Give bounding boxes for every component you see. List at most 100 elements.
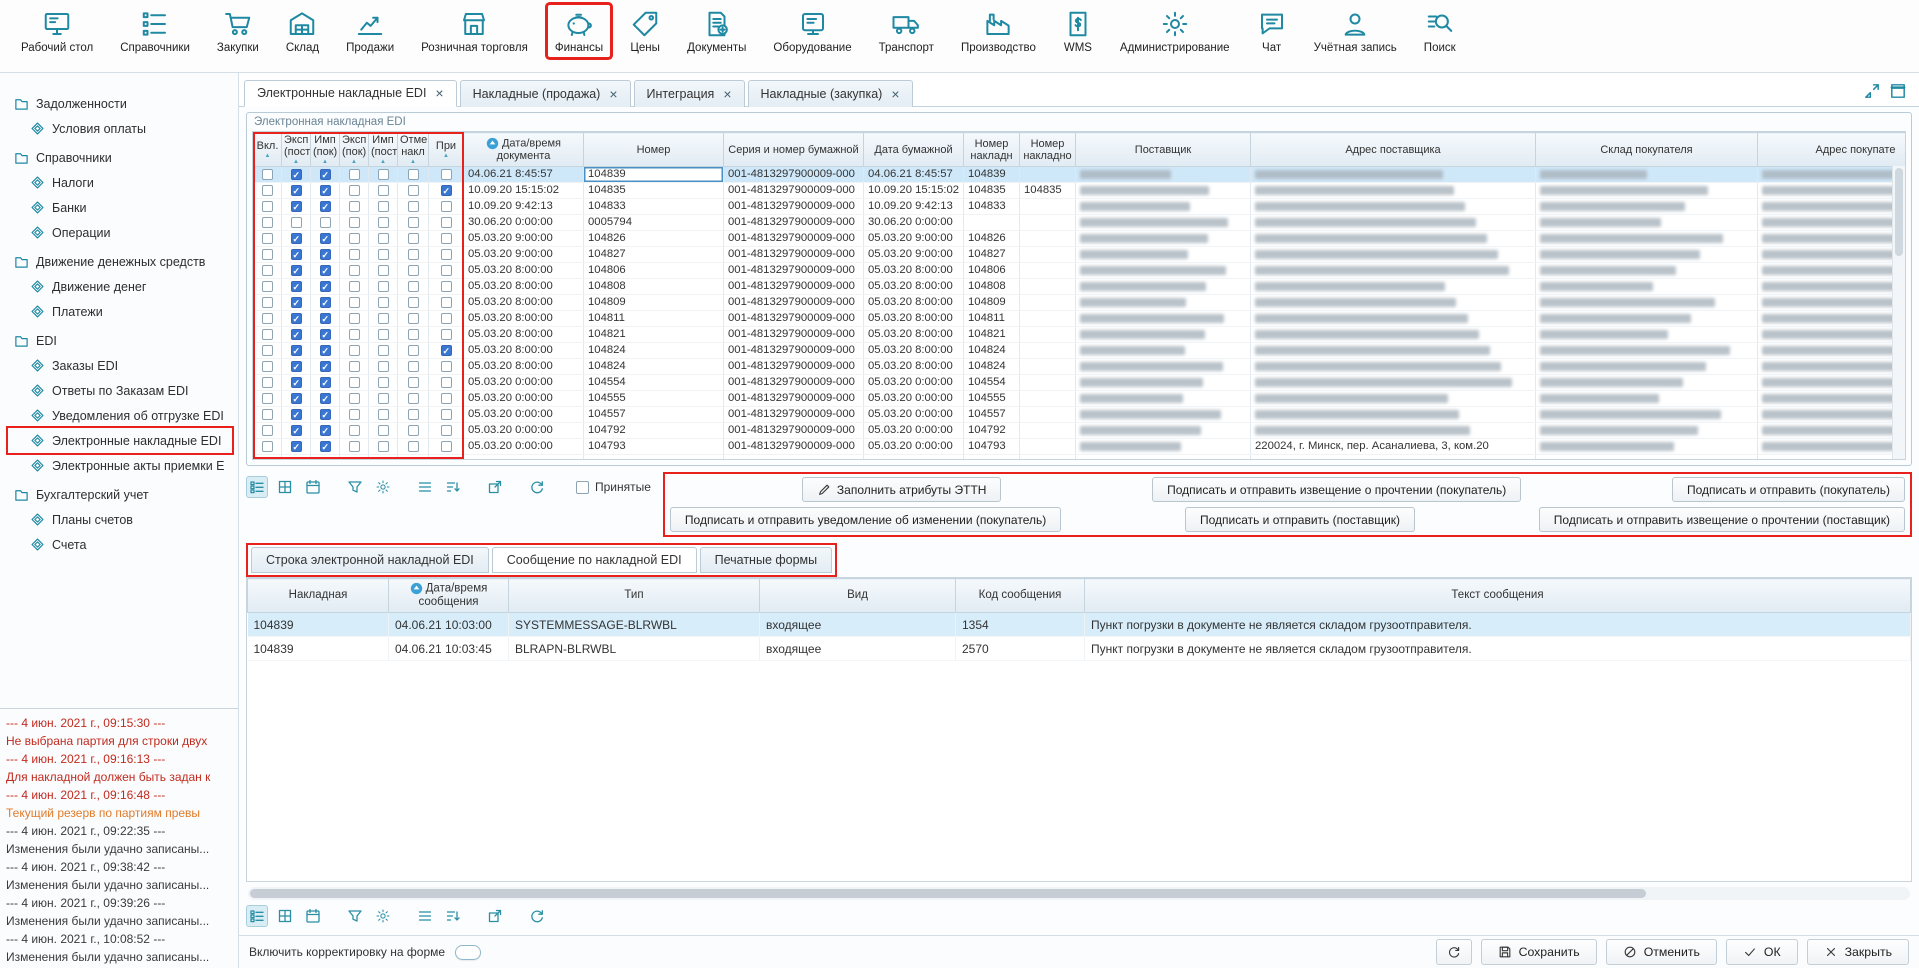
save-button[interactable]: Сохранить [1481, 939, 1597, 965]
row-checkbox[interactable] [378, 185, 389, 196]
grid-vertical-scrollbar[interactable] [1892, 166, 1905, 459]
row-checkbox[interactable] [378, 265, 389, 276]
row-checkbox[interactable] [441, 345, 452, 356]
row-checkbox[interactable] [291, 201, 302, 212]
horizontal-scrollbar[interactable] [248, 887, 1910, 900]
row-checkbox[interactable] [262, 217, 273, 228]
row-checkbox[interactable] [408, 185, 419, 196]
grid-column-header[interactable]: Адрес покупате [1758, 133, 1907, 167]
row-checkbox[interactable] [349, 169, 360, 180]
grid-row[interactable]: 05.03.20 8:00:00104824001-4813297900009-… [254, 343, 1907, 359]
toolbar-item-2[interactable]: Закупки [210, 5, 266, 57]
row-checkbox[interactable] [320, 361, 331, 372]
main-tab-2[interactable]: Интеграция× [634, 80, 745, 107]
grid-row[interactable]: 05.03.20 9:00:00104827001-4813297900009-… [254, 247, 1907, 263]
row-checkbox[interactable] [291, 313, 302, 324]
row-checkbox[interactable] [320, 345, 331, 356]
sidebar-item-2[interactable]: Справочники [8, 145, 234, 170]
refresh-button[interactable] [1436, 939, 1472, 965]
row-checkbox[interactable] [291, 361, 302, 372]
detail-tab-0[interactable]: Строка электронной накладной EDI [251, 547, 489, 573]
row-checkbox[interactable] [378, 377, 389, 388]
row-checkbox[interactable] [441, 217, 452, 228]
scrollbar-thumb[interactable] [1895, 168, 1903, 256]
open-external-button[interactable] [484, 905, 506, 927]
row-checkbox[interactable] [262, 329, 273, 340]
toolbar-item-4[interactable]: Продажи [339, 5, 401, 57]
grid-row[interactable]: 05.03.20 0:00:00104554001-4813297900009-… [254, 375, 1907, 391]
row-checkbox[interactable] [291, 169, 302, 180]
messages-column-header[interactable]: Накладная [248, 579, 389, 613]
row-checkbox[interactable] [408, 249, 419, 260]
row-checkbox[interactable] [262, 361, 273, 372]
row-checkbox[interactable] [378, 297, 389, 308]
toolbar-item-15[interactable]: Учётная запись [1307, 5, 1404, 57]
row-checkbox[interactable] [408, 313, 419, 324]
row-checkbox[interactable] [441, 201, 452, 212]
row-checkbox[interactable] [320, 185, 331, 196]
row-checkbox[interactable] [408, 425, 419, 436]
row-checkbox[interactable] [408, 377, 419, 388]
toolbar-item-11[interactable]: Производство [954, 5, 1043, 57]
messages-column-header[interactable]: Код сообщения [956, 579, 1085, 613]
grid-row[interactable]: 05.03.20 8:00:00104824001-4813297900009-… [254, 359, 1907, 375]
list-view-button[interactable] [246, 476, 268, 498]
expand-icon[interactable] [1863, 82, 1881, 100]
correction-toggle[interactable] [455, 945, 481, 960]
row-checkbox[interactable] [441, 409, 452, 420]
sidebar-item-10[interactable]: Заказы EDI [8, 353, 234, 378]
grid-column-header[interactable]: Серия и номер бумажной [724, 133, 864, 167]
tab-close-icon[interactable]: × [723, 89, 731, 99]
row-checkbox[interactable] [349, 265, 360, 276]
row-checkbox[interactable] [291, 441, 302, 452]
row-checkbox[interactable] [291, 297, 302, 308]
filter-button[interactable] [344, 905, 366, 927]
row-checkbox[interactable] [291, 265, 302, 276]
row-checkbox[interactable] [320, 329, 331, 340]
rows-button[interactable] [414, 905, 436, 927]
filter-button[interactable] [344, 476, 366, 498]
sidebar-item-8[interactable]: Платежи [8, 299, 234, 324]
row-checkbox[interactable] [320, 233, 331, 244]
row-checkbox[interactable] [378, 393, 389, 404]
row-checkbox[interactable] [441, 329, 452, 340]
sort-rows-button[interactable] [442, 905, 464, 927]
row-checkbox[interactable] [291, 377, 302, 388]
row-checkbox[interactable] [320, 249, 331, 260]
accepted-checkbox[interactable] [576, 481, 589, 494]
detail-tab-2[interactable]: Печатные формы [700, 547, 833, 573]
row-checkbox[interactable] [441, 377, 452, 388]
row-checkbox[interactable] [349, 217, 360, 228]
grid-column-header[interactable]: Отме накл [398, 133, 429, 167]
cancel-button[interactable]: Отменить [1606, 939, 1717, 965]
toolbar-item-0[interactable]: Рабочий стол [14, 5, 100, 57]
row-checkbox[interactable] [378, 217, 389, 228]
row-checkbox[interactable] [349, 313, 360, 324]
row-checkbox[interactable] [349, 201, 360, 212]
row-checkbox[interactable] [378, 169, 389, 180]
row-checkbox[interactable] [408, 281, 419, 292]
toolbar-item-7[interactable]: Цены [623, 5, 667, 57]
toolbar-item-9[interactable]: Оборудование [766, 5, 858, 57]
row-checkbox[interactable] [349, 329, 360, 340]
row-checkbox[interactable] [349, 281, 360, 292]
row-checkbox[interactable] [320, 265, 331, 276]
grid-row[interactable]: 05.03.20 8:00:00104821001-4813297900009-… [254, 327, 1907, 343]
row-checkbox[interactable] [320, 297, 331, 308]
row-checkbox[interactable] [320, 217, 331, 228]
row-checkbox[interactable] [408, 297, 419, 308]
sidebar-item-14[interactable]: Электронные акты приемки Е [8, 453, 234, 478]
grid-column-header[interactable]: Эксп (пок) [340, 133, 369, 167]
row-checkbox[interactable] [291, 185, 302, 196]
row-checkbox[interactable] [291, 329, 302, 340]
row-checkbox[interactable] [441, 249, 452, 260]
row-checkbox[interactable] [320, 281, 331, 292]
row-checkbox[interactable] [291, 249, 302, 260]
row-checkbox[interactable] [349, 425, 360, 436]
row-checkbox[interactable] [320, 169, 331, 180]
tab-close-icon[interactable]: × [609, 89, 617, 99]
grid-column-header[interactable]: Имп (пок) [311, 133, 340, 167]
action-button[interactable]: Заполнить атрибуты ЭТТН [802, 477, 1002, 502]
grid-column-header[interactable]: Поставщик [1076, 133, 1251, 167]
grid-row[interactable]: 05.03.20 8:00:00104809001-4813297900009-… [254, 295, 1907, 311]
